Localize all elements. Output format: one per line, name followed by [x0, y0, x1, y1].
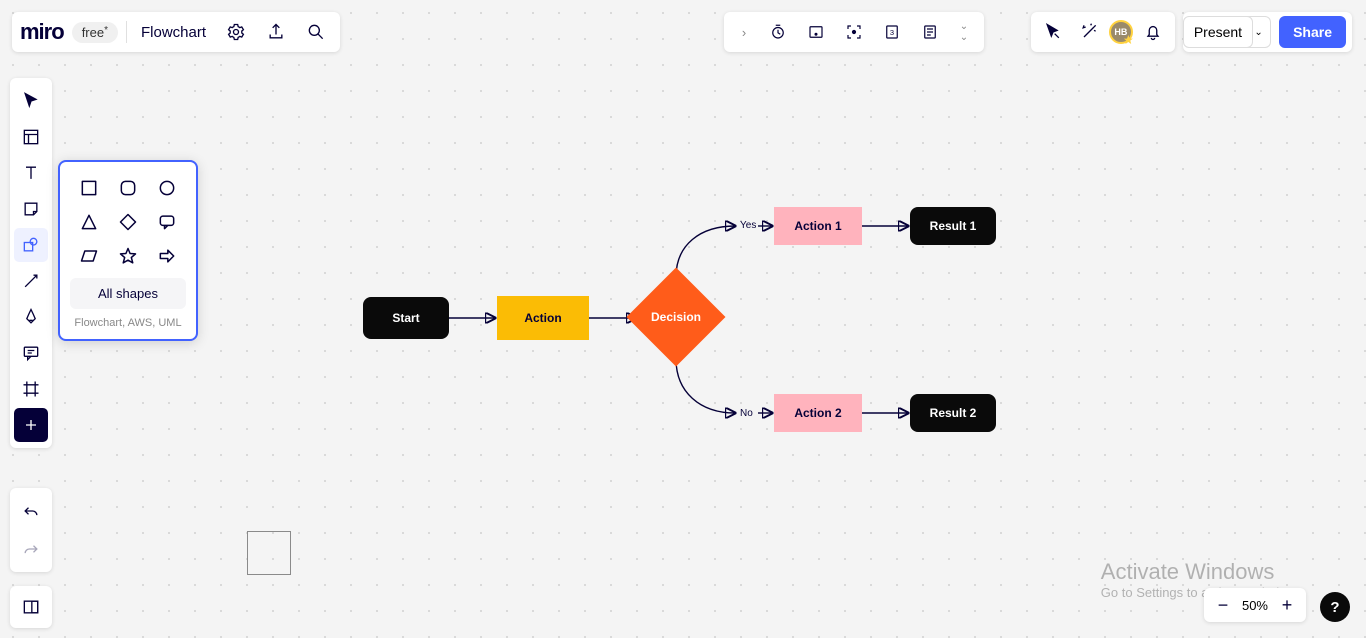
connector-tool[interactable] — [14, 264, 48, 298]
text-tool[interactable] — [14, 156, 48, 190]
shape-circle[interactable] — [155, 176, 179, 200]
edge-label-no: No — [740, 408, 753, 419]
cursor-tool-icon[interactable] — [1037, 16, 1069, 48]
zoom-out-button[interactable]: − — [1212, 594, 1234, 616]
search-icon[interactable] — [300, 16, 332, 48]
sticky-note-tool[interactable] — [14, 192, 48, 226]
shape-triangle[interactable] — [77, 210, 101, 234]
settings-icon[interactable] — [220, 16, 252, 48]
header-center: › 3 ⌄⌄ — [724, 12, 984, 52]
undo-button[interactable] — [14, 494, 48, 528]
note-icon[interactable] — [914, 16, 946, 48]
node-result-1[interactable]: Result 1 — [910, 207, 996, 245]
focus-icon[interactable] — [838, 16, 870, 48]
help-button[interactable]: ? — [1320, 592, 1350, 622]
hide-icon[interactable] — [800, 16, 832, 48]
timer-icon[interactable] — [762, 16, 794, 48]
undo-redo-bar — [10, 488, 52, 572]
shape-rounded-square[interactable] — [116, 176, 140, 200]
edge-label-yes: Yes — [740, 220, 756, 231]
zoom-in-button[interactable]: + — [1276, 594, 1298, 616]
decision-label: Decision — [651, 310, 701, 324]
collapse-chevron-icon[interactable]: › — [732, 25, 756, 40]
avatar[interactable]: HB — [1109, 20, 1133, 44]
plan-badge[interactable]: free — [72, 22, 118, 43]
share-button[interactable]: Share — [1279, 16, 1346, 48]
template-tool[interactable] — [14, 120, 48, 154]
zoom-bar: − 50% + — [1204, 588, 1306, 622]
header-left: miro free Flowchart — [12, 12, 340, 52]
more-tools[interactable] — [14, 408, 48, 442]
svg-text:3: 3 — [890, 28, 894, 37]
shape-speech-bubble[interactable] — [155, 210, 179, 234]
canvas[interactable]: miro free Flowchart › 3 ⌄⌄ HB Presen — [0, 0, 1366, 638]
more-apps-icon[interactable]: ⌄⌄ — [952, 21, 976, 43]
reactions-icon[interactable] — [1073, 16, 1105, 48]
shapes-tool[interactable] — [14, 228, 48, 262]
watermark-title: Activate Windows — [1101, 559, 1306, 585]
node-action-1[interactable]: Action 1 — [774, 207, 862, 245]
present-share-group: Present ⌄ Share — [1183, 12, 1352, 52]
all-shapes-button[interactable]: All shapes — [70, 278, 186, 309]
selection-rectangle[interactable] — [247, 531, 291, 575]
pen-tool[interactable] — [14, 300, 48, 334]
voting-icon[interactable]: 3 — [876, 16, 908, 48]
node-action[interactable]: Action — [497, 296, 589, 340]
frame-tool[interactable] — [14, 372, 48, 406]
present-button[interactable]: Present — [1183, 16, 1253, 48]
shape-star[interactable] — [116, 244, 140, 268]
collab-group: HB — [1031, 12, 1175, 52]
select-tool[interactable] — [14, 84, 48, 118]
redo-button[interactable] — [14, 532, 48, 566]
board-title[interactable]: Flowchart — [135, 24, 212, 41]
shapes-hint: Flowchart, AWS, UML — [70, 317, 186, 329]
present-label: Present — [1194, 24, 1242, 40]
node-decision[interactable]: Decision — [628, 269, 724, 365]
node-result-2[interactable]: Result 2 — [910, 394, 996, 432]
header-right: HB Present ⌄ Share — [1031, 12, 1352, 52]
notifications-icon[interactable] — [1137, 16, 1169, 48]
shape-diamond[interactable] — [116, 210, 140, 234]
shapes-panel: All shapes Flowchart, AWS, UML — [58, 160, 198, 341]
export-icon[interactable] — [260, 16, 292, 48]
divider — [126, 21, 127, 43]
left-toolbar — [10, 78, 52, 448]
logo[interactable]: miro — [20, 19, 64, 45]
node-action-2[interactable]: Action 2 — [774, 394, 862, 432]
avatar-initials: HB — [1114, 27, 1127, 37]
zoom-value[interactable]: 50% — [1242, 598, 1268, 613]
shape-parallelogram[interactable] — [77, 244, 101, 268]
node-start[interactable]: Start — [363, 297, 449, 339]
minimap-toggle[interactable] — [10, 586, 52, 628]
present-dropdown[interactable]: ⌄ — [1247, 16, 1271, 48]
comment-tool[interactable] — [14, 336, 48, 370]
shape-arrow-right[interactable] — [155, 244, 179, 268]
shape-square[interactable] — [77, 176, 101, 200]
